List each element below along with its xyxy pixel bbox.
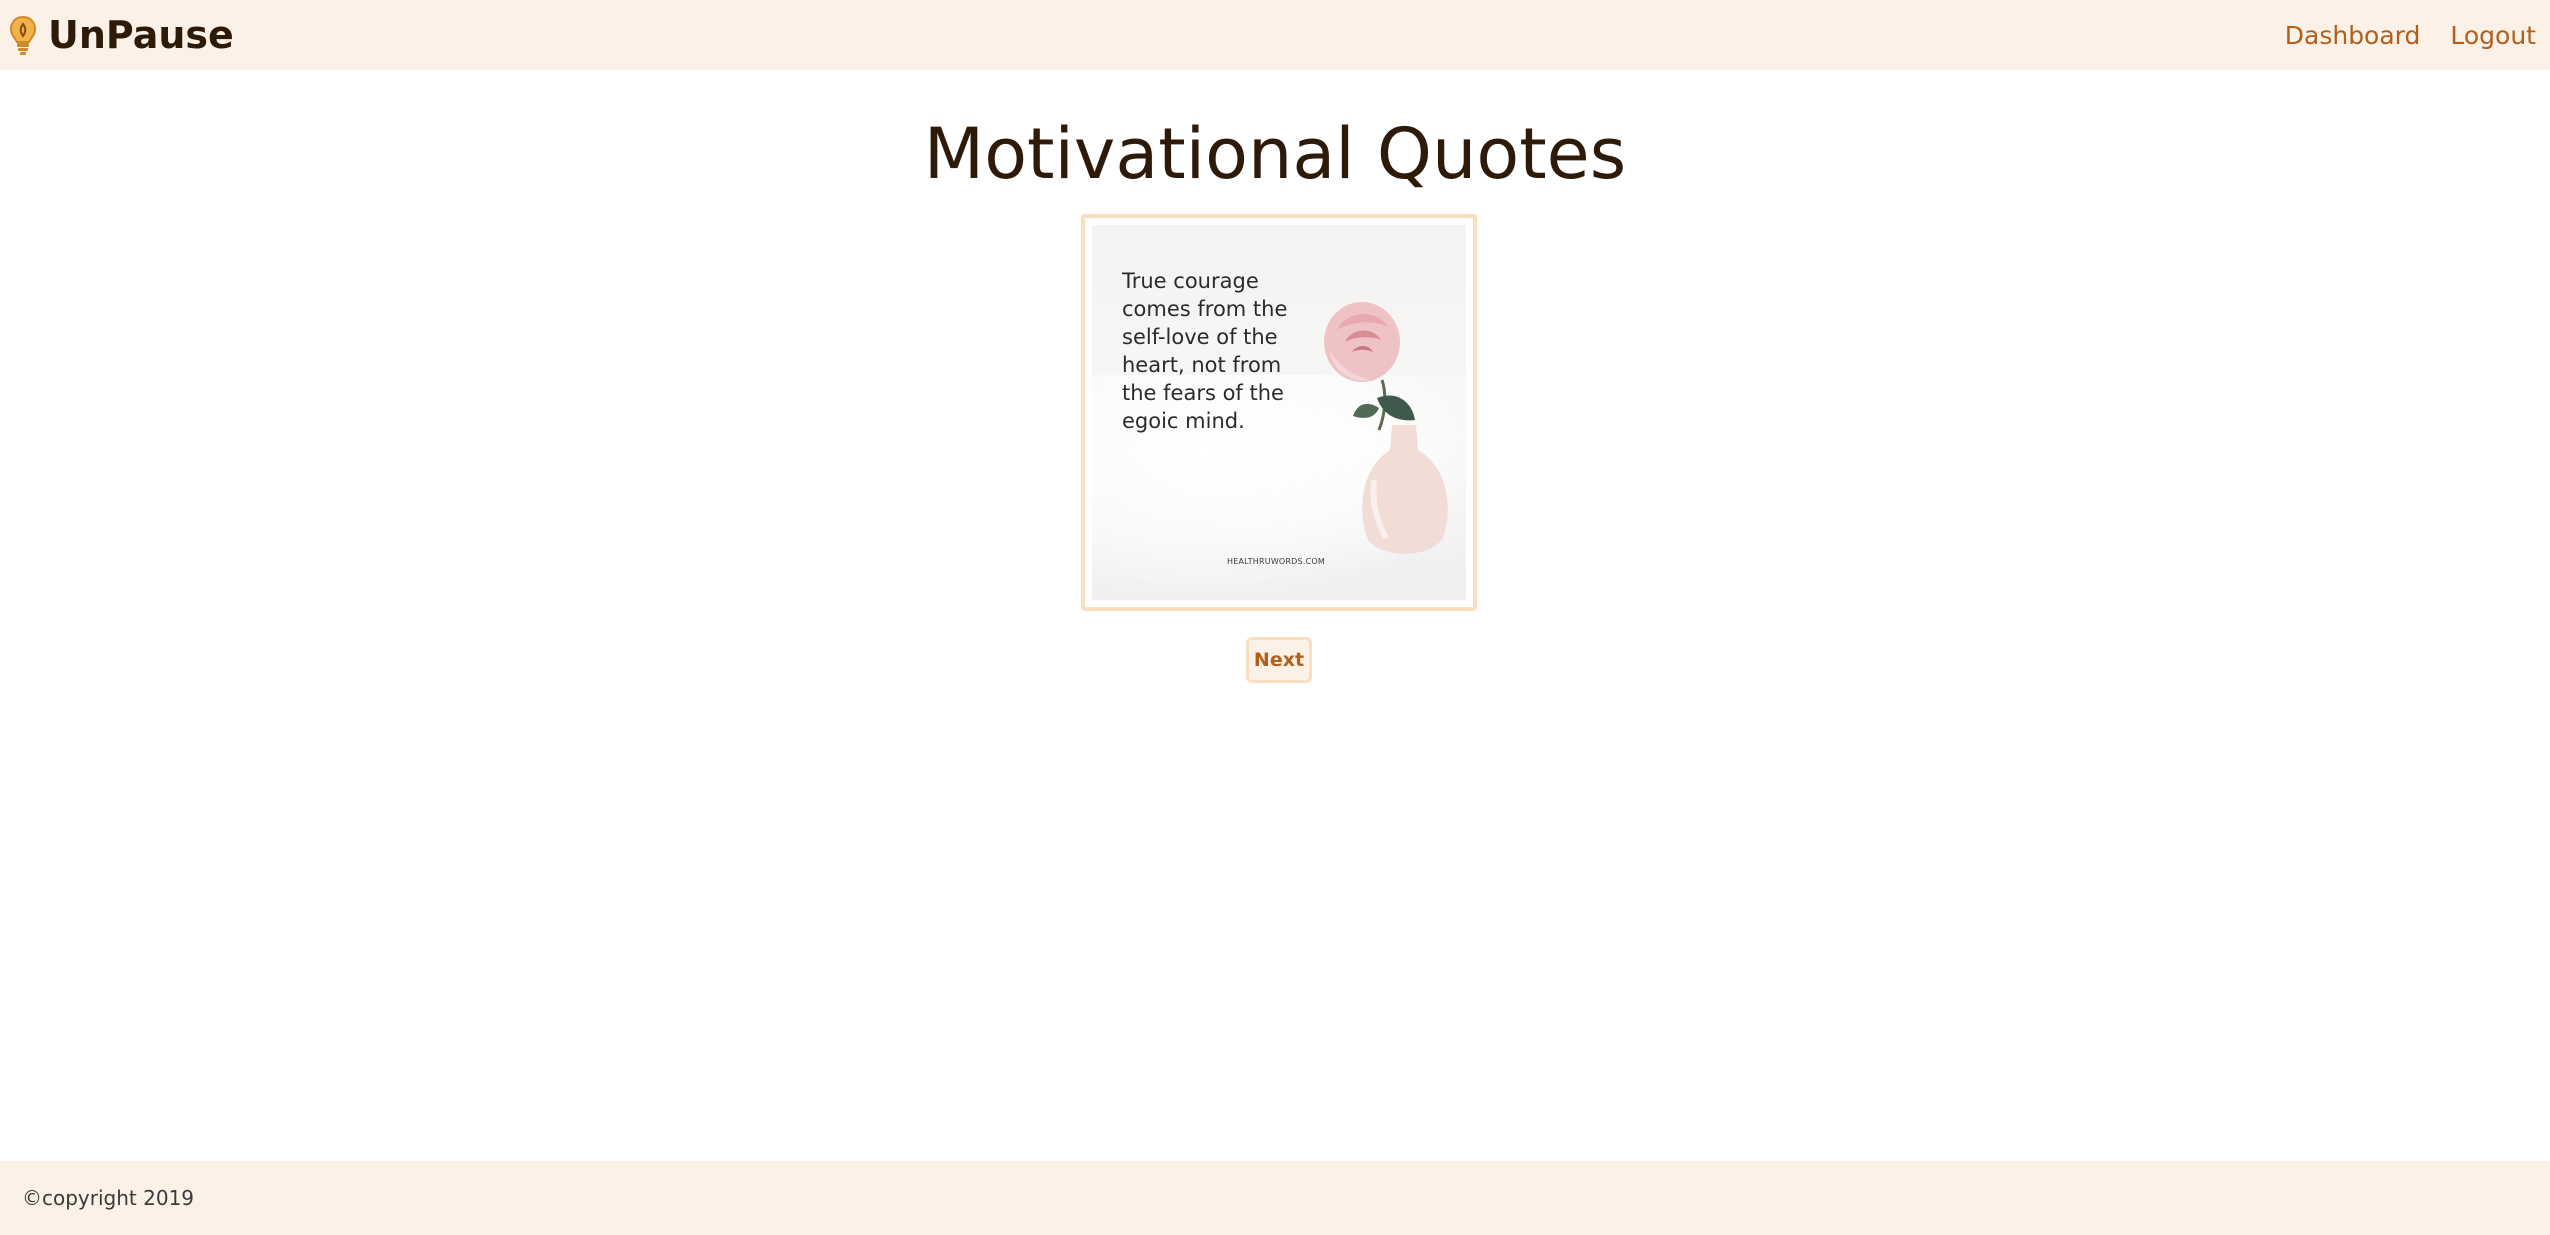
footer: ©copyright 2019 — [0, 1161, 2550, 1235]
watermark: HEALTHRUWORDS.COM — [1227, 550, 1337, 572]
page-title: Motivational Quotes — [923, 113, 1627, 195]
navbar: UnPause Dashboard Logout — [0, 0, 2550, 70]
next-button[interactable]: Next — [1246, 637, 1312, 683]
brand-name: UnPause — [48, 13, 234, 57]
quote-card: True courage comes from the self-love of… — [1081, 214, 1477, 611]
quote-image: True courage comes from the self-love of… — [1092, 225, 1466, 600]
nav-link-dashboard[interactable]: Dashboard — [2285, 21, 2421, 50]
vase-icon — [1362, 425, 1448, 554]
copyright-text: ©copyright 2019 — [22, 1186, 195, 1210]
watermark-text: HEALTHRUWORDS.COM — [1227, 556, 1325, 566]
lightbulb-icon — [8, 13, 40, 57]
nav-links: Dashboard Logout — [2255, 0, 2550, 70]
quote-text: True courage comes from the self-love of… — [1122, 269, 1288, 433]
nav-link-logout[interactable]: Logout — [2450, 21, 2536, 50]
brand-link[interactable]: UnPause — [0, 0, 234, 70]
